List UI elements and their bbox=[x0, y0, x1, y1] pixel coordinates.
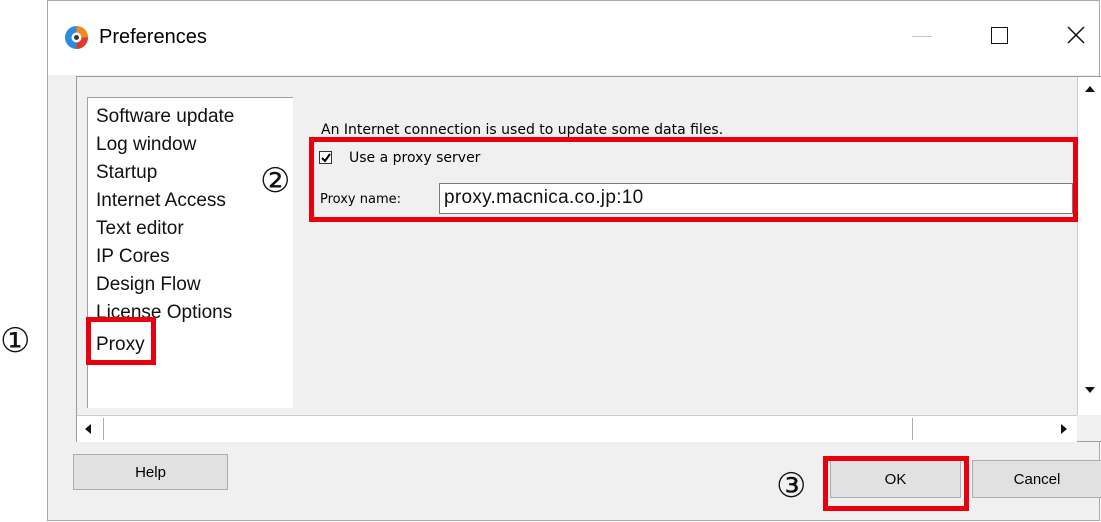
scroll-up-icon[interactable] bbox=[1078, 77, 1101, 103]
category-log-window[interactable]: Log window bbox=[96, 134, 196, 156]
highlight-box-proxy-settings bbox=[309, 137, 1078, 222]
step-marker-3: ③ bbox=[776, 466, 807, 506]
cancel-button[interactable]: Cancel bbox=[972, 460, 1101, 498]
preferences-window: Preferences Software update Log window S… bbox=[47, 0, 1101, 521]
preferences-content: Software update Log window Startup Inter… bbox=[76, 76, 1101, 442]
step-marker-1: ① bbox=[0, 321, 31, 361]
maximize-icon bbox=[991, 27, 1008, 44]
category-text-editor[interactable]: Text editor bbox=[96, 218, 184, 240]
horizontal-scrollbar[interactable] bbox=[77, 415, 1077, 442]
category-software-update[interactable]: Software update bbox=[96, 106, 234, 128]
scroll-down-icon[interactable] bbox=[1078, 377, 1101, 403]
scroll-left-icon[interactable] bbox=[77, 416, 101, 442]
proxy-intro-text: An Internet connection is used to update… bbox=[321, 122, 724, 138]
category-design-flow[interactable]: Design Flow bbox=[96, 274, 201, 296]
vertical-scrollbar[interactable] bbox=[1077, 77, 1101, 415]
minimize-icon bbox=[912, 36, 932, 37]
app-logo-icon bbox=[65, 26, 88, 49]
title-bar: Preferences bbox=[48, 1, 1099, 75]
category-ip-cores[interactable]: IP Cores bbox=[96, 246, 170, 268]
window-title: Preferences bbox=[99, 26, 207, 48]
scroll-right-icon[interactable] bbox=[1051, 416, 1075, 442]
highlight-box-ok bbox=[823, 456, 969, 511]
category-startup[interactable]: Startup bbox=[96, 162, 157, 184]
highlight-box-proxy bbox=[86, 317, 156, 365]
close-button[interactable] bbox=[1044, 15, 1101, 57]
maximize-button[interactable] bbox=[970, 15, 1034, 57]
minimize-button[interactable] bbox=[890, 15, 954, 57]
close-icon bbox=[1067, 26, 1085, 44]
help-button[interactable]: Help bbox=[73, 454, 228, 490]
category-internet-access[interactable]: Internet Access bbox=[96, 190, 226, 212]
step-marker-2: ② bbox=[260, 161, 291, 201]
horizontal-scroll-thumb[interactable] bbox=[103, 418, 913, 440]
